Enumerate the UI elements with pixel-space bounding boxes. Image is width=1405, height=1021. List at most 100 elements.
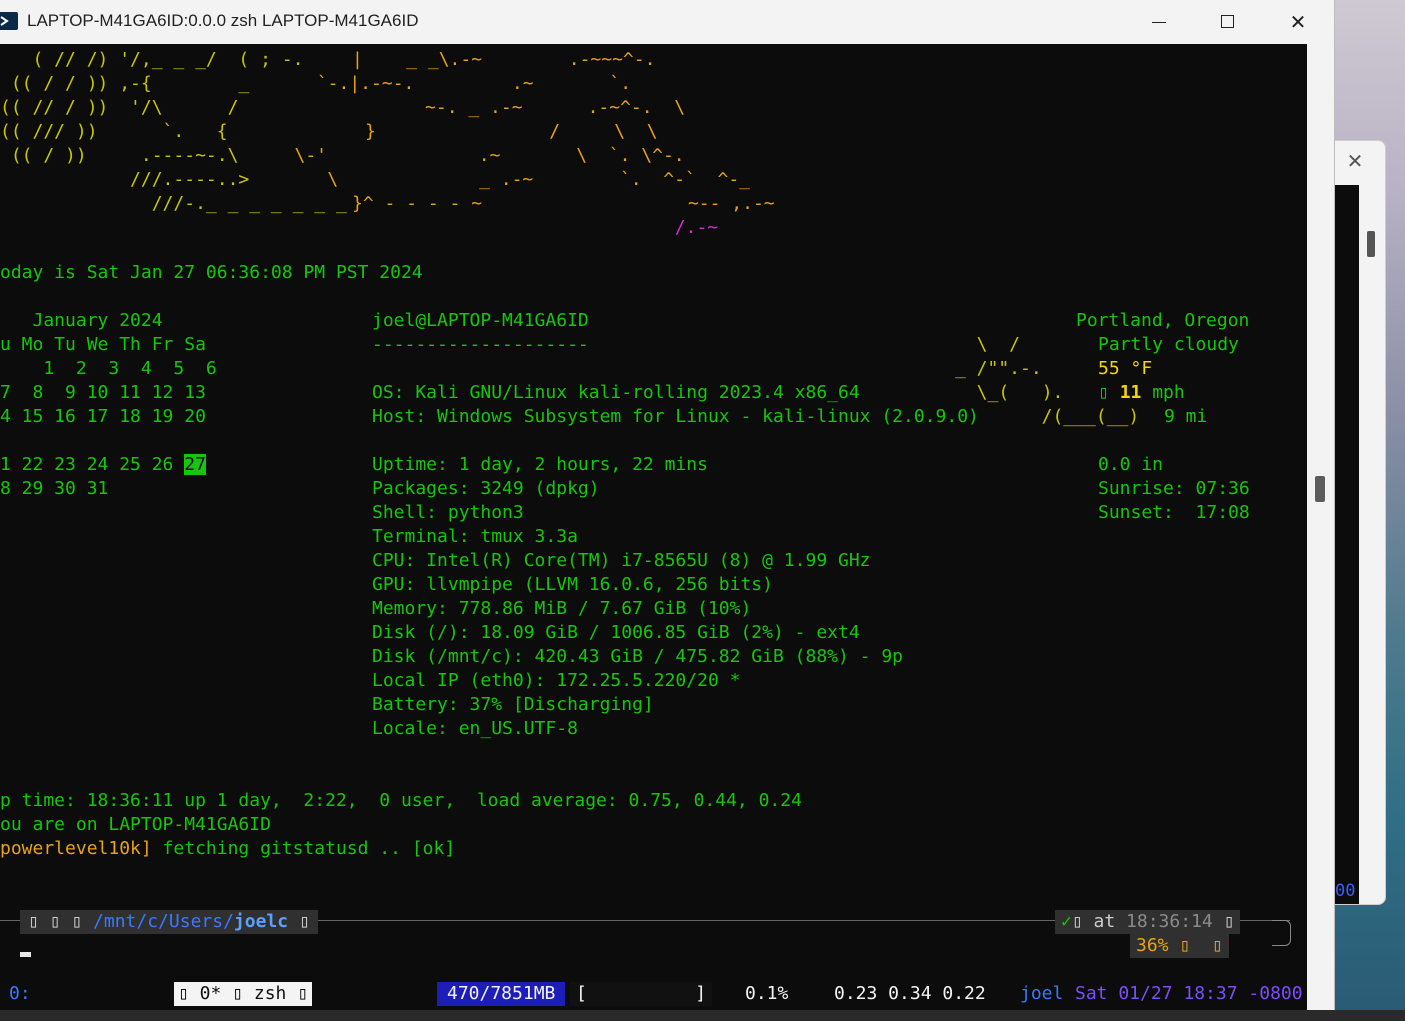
calendar-row: 8 29 30 31: [0, 478, 109, 499]
wind-icon: ▯: [1098, 382, 1109, 403]
p10k-ok: [ok]: [411, 838, 456, 859]
weather-wind: ▯ 11 mph: [1098, 381, 1185, 405]
tmux-date: Sat 01/27 18:37 -0800: [1075, 983, 1303, 1004]
window-title: LAPTOP-M41GA6ID:0.0.0 zsh LAPTOP-M41GA6I…: [27, 11, 419, 30]
weather-sunset: Sunset: 17:08: [1098, 502, 1250, 523]
sysinfo-line: Battery: 37% [Discharging]: [372, 694, 654, 715]
today-line: oday is Sat Jan 27 06:36:08 PM PST 2024: [0, 262, 423, 283]
weather-temp: 55 °F: [1098, 358, 1153, 379]
tmux-status-bar: 0: ▯ 0* ▯ zsh ▯ 470/7851MB [ ] 0.1% 0.23…: [0, 981, 1307, 1007]
sysinfo-line: Shell: python3: [372, 502, 524, 523]
sysinfo-line: OS: Kali GNU/Linux kali-rolling 2023.4 x…: [372, 382, 860, 403]
status-time: 18:36:14: [1126, 911, 1213, 932]
weather-visibility: 9 mi: [1164, 406, 1208, 427]
background-close-icon[interactable]: ✕: [1343, 149, 1367, 173]
tmux-user: joel: [1020, 983, 1064, 1004]
weather-location: Portland, Oregon: [1076, 310, 1250, 331]
p10k-text: fetching gitstatusd ..: [151, 838, 412, 859]
uptime-line: p time: 18:36:11 up 1 day, 2:22, 0 user,…: [0, 790, 802, 811]
scrollbar[interactable]: [1307, 44, 1334, 1010]
tmux-session-index: 0:: [9, 983, 31, 1004]
ascii-art-line: | _ _\.-~ .-~~~^-.: [352, 49, 678, 70]
sysinfo-line: Packages: 3249 (dpkg): [372, 478, 600, 499]
maximize-icon: [1221, 15, 1234, 28]
time-icon: ▯: [1212, 911, 1235, 932]
tmux-memory: 470/7851MB: [437, 982, 566, 1006]
ascii-art-line: (( / / )) ,-{ _: [0, 73, 336, 94]
close-button[interactable]: ✕: [1275, 0, 1321, 44]
calendar-today: 27: [184, 454, 206, 475]
prompt-end-icon: ▯: [288, 911, 310, 932]
prompt-right-frame: [1272, 920, 1291, 946]
calendar-row: 7 8 9 10 11 12 13: [0, 382, 206, 403]
tmux-window-tab[interactable]: ▯ 0* ▯ zsh ▯: [174, 982, 313, 1006]
calendar-row: 1 2 3 4 5 6: [0, 358, 217, 379]
battery-percent: 36%: [1136, 935, 1169, 956]
sysinfo-line: Host: Windows Subsystem for Linux - kali…: [372, 406, 979, 427]
background-terminal-window[interactable]: ✕ 00: [1334, 140, 1386, 905]
prompt-path-prefix: /mnt/c/Users/: [93, 911, 234, 932]
tmux-load: 0.23 0.34 0.22: [834, 983, 986, 1004]
sysinfo-line: Disk (/mnt/c): 420.43 GiB / 475.82 GiB (…: [372, 646, 904, 667]
sysinfo-line: Disk (/): 18.09 GiB / 1006.85 GiB (2%) -…: [372, 622, 860, 643]
background-terminal-text: 00: [1335, 881, 1356, 901]
weather-art-line: /(___(__): [1020, 406, 1140, 427]
minimize-icon: [1152, 22, 1166, 23]
title-bar[interactable]: LAPTOP-M41GA6ID:0.0.0 zsh LAPTOP-M41GA6I…: [0, 0, 1334, 44]
close-icon: ✕: [1289, 10, 1307, 34]
prompt-battery-segment: 36% ▯ ▯: [1130, 934, 1229, 958]
battery-icon-2: ▯: [1190, 935, 1223, 956]
prompt-path-current: joelc: [233, 911, 289, 932]
p10k-line: powerlevel10k] fetching gitstatusd .. [o…: [0, 837, 455, 861]
prompt-status-segment: ✓▯ at 18:36:14 ▯: [1055, 910, 1241, 934]
ascii-art-line: ( // /) '/,_ _ _/ ( ; -.: [0, 49, 336, 70]
taskbar-edge: [0, 1010, 1405, 1021]
weather-art-line: _ /"".-.: [955, 358, 1042, 379]
status-at: at: [1093, 911, 1127, 932]
host-line: ou are on LAPTOP-M41GA6ID: [0, 814, 271, 835]
wind-unit: mph: [1141, 382, 1185, 403]
ascii-art-line: \ _ .-~ `. ^-` ^-_: [284, 169, 750, 190]
sysinfo-line: Uptime: 1 day, 2 hours, 22 mins: [372, 454, 708, 475]
weather-sunrise: Sunrise: 07:36: [1098, 478, 1250, 499]
scrollbar-thumb[interactable]: [1315, 476, 1325, 502]
sysinfo-user-host: joel@LAPTOP-M41GA6ID: [372, 310, 589, 331]
sysinfo-line: CPU: Intel(R) Core(TM) i7-8565U (8) @ 1.…: [372, 550, 871, 571]
tmux-cpu: 0.1%: [745, 983, 789, 1004]
terminal-window: LAPTOP-M41GA6ID:0.0.0 zsh LAPTOP-M41GA6I…: [0, 0, 1335, 1010]
ascii-art-line: /.-~: [328, 217, 719, 238]
ascii-art-line: } / \ \: [300, 121, 658, 142]
calendar-header: January 2024: [0, 310, 163, 331]
maximize-button[interactable]: [1205, 0, 1251, 44]
ascii-art-line: ~-. _ .-~ .-~^-. \: [360, 97, 686, 118]
ascii-art-line: }^ - - - - ~ ~-- ,.-~: [352, 193, 775, 214]
tmux-cpu-bar: [ ]: [570, 982, 713, 1006]
sysinfo-line: Memory: 778.86 MiB / 7.67 GiB (10%): [372, 598, 752, 619]
calendar-weekdays: u Mo Tu We Th Fr Sa: [0, 334, 206, 355]
status-icons: ▯: [1071, 911, 1094, 932]
prompt-icons: ▯ ▯ ▯: [28, 911, 94, 932]
weather-art-line: \ /: [955, 334, 1021, 355]
battery-icon: ▯: [1168, 935, 1191, 956]
calendar-row-text: 1 22 23 24 25 26: [0, 454, 185, 475]
weather-precip: 0.0 in: [1098, 454, 1164, 475]
sysinfo-separator: --------------------: [372, 334, 589, 355]
ascii-art-line: \-' .~ \ `. \^-.: [262, 145, 685, 166]
weather-condition: Partly cloudy: [1098, 334, 1239, 355]
status-ok-icon: ✓: [1061, 911, 1072, 932]
calendar-row: 4 15 16 17 18 19 20: [0, 406, 206, 427]
ascii-art-line: (( // / )) '/\ /: [0, 97, 336, 118]
terminal-app-icon: [0, 12, 18, 30]
terminal-pane[interactable]: ( // /) '/,_ _ _/ ( ; -. (( / / )) ,-{ _…: [0, 44, 1307, 1010]
prompt-path-segment: ▯ ▯ ▯ /mnt/c/Users/joelc ▯: [20, 910, 318, 934]
sysinfo-line: GPU: llvmpipe (LLVM 16.0.6, 256 bits): [372, 574, 773, 595]
ascii-art-line: `-.|.-~-. .~ `.: [306, 73, 632, 94]
background-terminal: [1335, 185, 1359, 904]
sysinfo-line: Terminal: tmux 3.3a: [372, 526, 578, 547]
text-cursor[interactable]: [20, 952, 31, 957]
minimize-button[interactable]: [1136, 0, 1182, 44]
p10k-bracket: powerlevel10k]: [0, 838, 152, 859]
background-scrollbar-thumb[interactable]: [1367, 231, 1375, 257]
ascii-art-line: (( /// )) `. {: [0, 121, 336, 142]
calendar-row: 1 22 23 24 25 26 27: [0, 453, 206, 477]
